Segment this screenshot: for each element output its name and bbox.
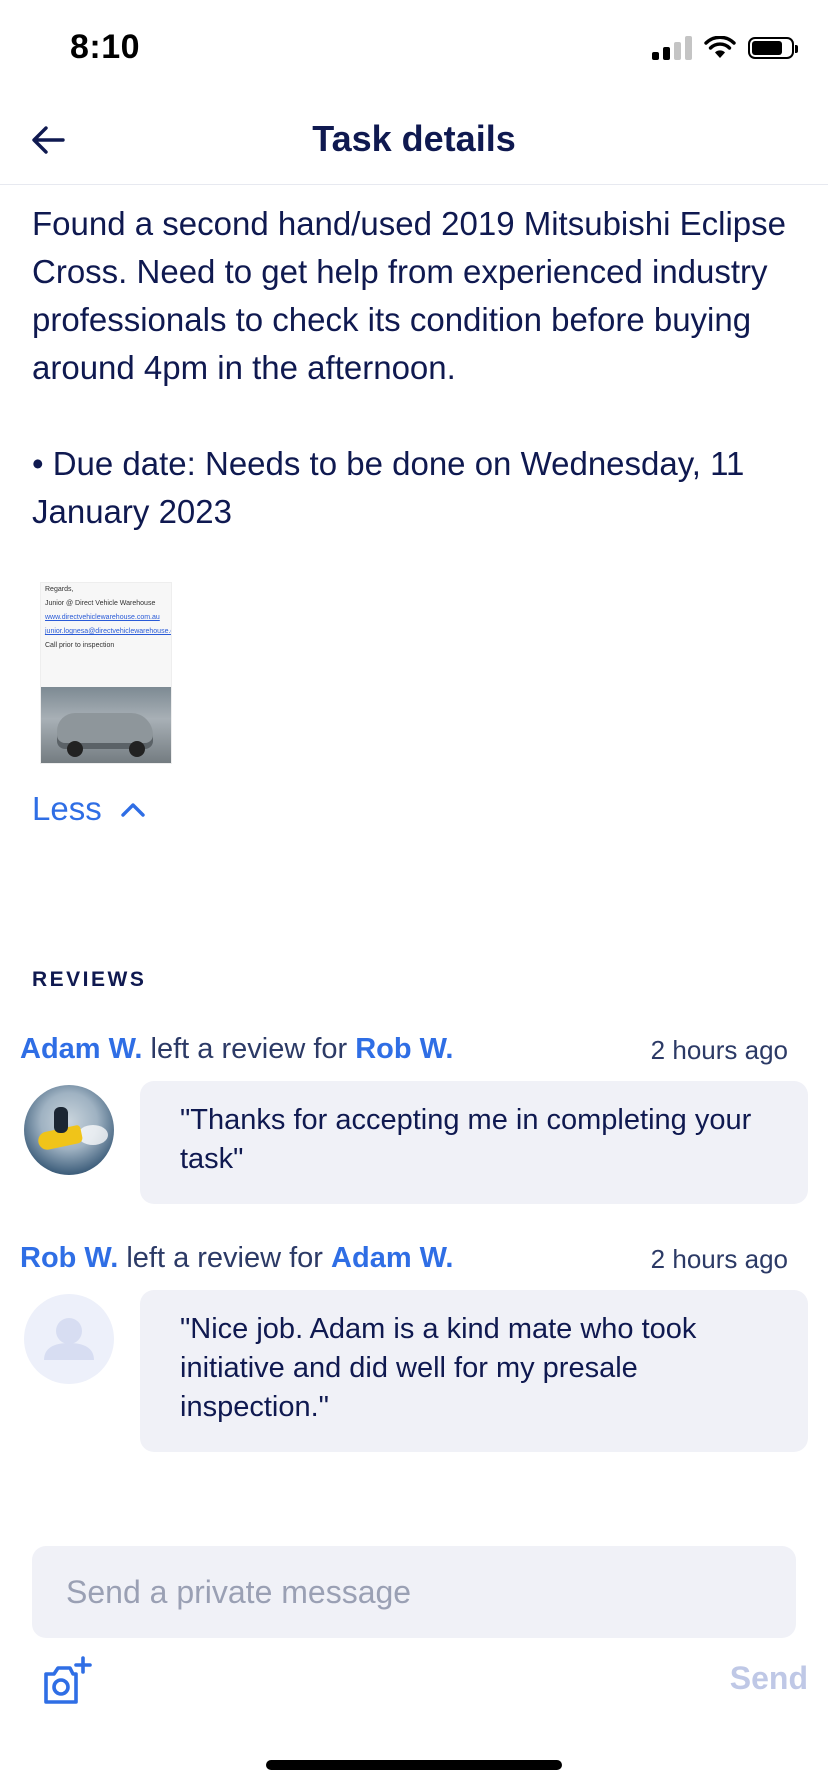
task-description-text: Found a second hand/used 2019 Mitsubishi… bbox=[32, 205, 786, 386]
avatar[interactable] bbox=[24, 1085, 114, 1175]
user-placeholder-icon bbox=[44, 1318, 94, 1360]
reviews-heading: REVIEWS bbox=[32, 968, 147, 991]
home-indicator bbox=[266, 1760, 562, 1770]
review-target-name[interactable]: Adam W. bbox=[331, 1242, 453, 1274]
status-bar: 8:10 bbox=[0, 0, 828, 100]
review-header: Rob W. left a review for Adam W. 2 hours… bbox=[20, 1242, 808, 1275]
status-icons bbox=[652, 36, 798, 60]
attachment-document: Regards, Junior @ Direct Vehicle Warehou… bbox=[45, 586, 171, 649]
chevron-up-icon bbox=[121, 803, 145, 817]
task-description: Found a second hand/used 2019 Mitsubishi… bbox=[32, 200, 802, 536]
attachment-car-photo bbox=[41, 687, 171, 763]
review-header: Adam W. left a review for Rob W. 2 hours… bbox=[20, 1033, 808, 1066]
cellular-signal-icon bbox=[652, 36, 692, 60]
review-text: "Nice job. Adam is a kind mate who took … bbox=[180, 1313, 697, 1423]
review-text: "Thanks for accepting me in completing y… bbox=[180, 1104, 752, 1175]
review-bubble: "Thanks for accepting me in completing y… bbox=[140, 1081, 808, 1204]
review-connector-text: left a review for bbox=[150, 1033, 348, 1065]
task-due-date: • Due date: Needs to be done on Wednesda… bbox=[32, 445, 745, 530]
private-message-input[interactable] bbox=[32, 1546, 796, 1638]
page-title: Task details bbox=[312, 118, 516, 159]
avatar[interactable] bbox=[24, 1294, 114, 1384]
review-author-name[interactable]: Adam W. bbox=[20, 1033, 142, 1065]
review-target-name[interactable]: Rob W. bbox=[355, 1033, 453, 1065]
review-connector-text: left a review for bbox=[126, 1242, 323, 1274]
add-photo-button[interactable] bbox=[40, 1656, 96, 1708]
wifi-icon bbox=[704, 36, 736, 58]
nav-bar: Task details bbox=[0, 100, 828, 185]
camera-add-icon bbox=[44, 1656, 92, 1704]
battery-icon bbox=[748, 37, 798, 59]
less-toggle-label: Less bbox=[32, 790, 102, 827]
attachment-thumbnail[interactable]: Regards, Junior @ Direct Vehicle Warehou… bbox=[40, 582, 172, 764]
review-timestamp: 2 hours ago bbox=[650, 1244, 788, 1274]
review-bubble: "Nice job. Adam is a kind mate who took … bbox=[140, 1290, 808, 1452]
send-button[interactable]: Send bbox=[730, 1660, 808, 1697]
status-time: 8:10 bbox=[70, 28, 141, 66]
review-timestamp: 2 hours ago bbox=[650, 1035, 788, 1065]
less-toggle-button[interactable]: Less bbox=[32, 790, 146, 828]
review-author-name[interactable]: Rob W. bbox=[20, 1242, 118, 1274]
